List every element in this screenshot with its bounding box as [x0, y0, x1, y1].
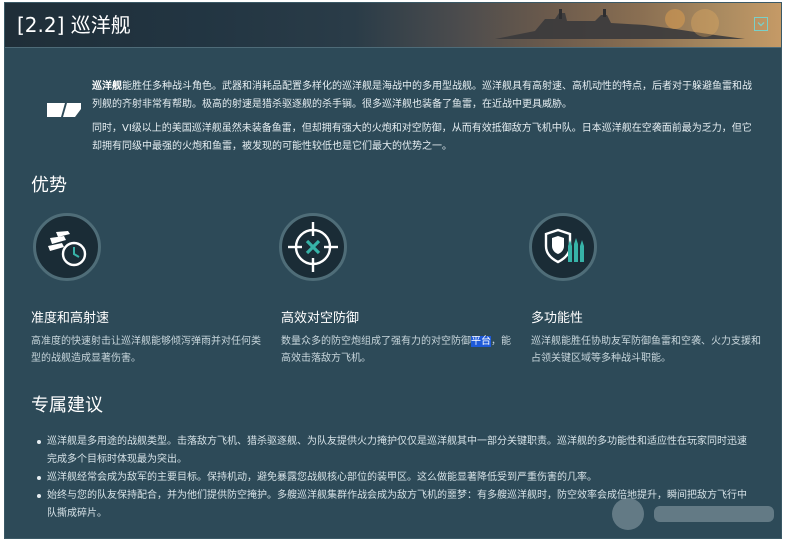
selected-text-highlight: 平台 [471, 336, 491, 347]
intro-paragraph-2: 同时，VI级以上的美国巡洋舰虽然未装备鱼雷，但却拥有强大的火炮和对空防御，从而有… [92, 123, 752, 152]
cruiser-class-icon [47, 103, 81, 117]
list-item: 巡洋舰是多用途的战舰类型。击落敌方飞机、猎杀驱逐舰、为队友提供火力掩护仅仅是巡洋… [35, 433, 755, 469]
intro-lead: 巡洋舰 [92, 81, 122, 92]
page-title: [2.2] 巡洋舰 [17, 13, 131, 37]
advantage-icon-3 [529, 213, 597, 281]
advantage-desc-2: 数量众多的防空炮组成了强有力的对空防御平台，能高效击落敌方飞机。 [281, 333, 517, 367]
tips-heading: 专属建议 [31, 395, 103, 416]
list-item: 巡洋舰经常会成为敌军的主要目标。保持机动，避免暴露您战舰核心部位的装甲区。这么做… [35, 469, 755, 487]
advantage-title-3: 多功能性 [531, 311, 584, 326]
intro-text: 巡洋舰能胜任多种战斗角色。武器和消耗品配置多样化的巡洋舰是海战中的多用型战舰。巡… [92, 78, 760, 162]
advantage-icon-2 [279, 213, 347, 281]
ship-banner-image [495, 9, 745, 39]
advantage-icon-1 [33, 213, 101, 281]
watermark-logo [612, 498, 774, 530]
collapse-button[interactable] [754, 17, 768, 31]
intro-paragraph-1: 巡洋舰能胜任多种战斗角色。武器和消耗品配置多样化的巡洋舰是海战中的多用型战舰。巡… [92, 78, 760, 114]
shield-shells-icon [544, 228, 584, 264]
advantage-desc-2-before: 数量众多的防空炮组成了强有力的对空防御 [281, 336, 471, 347]
chevron-down-icon [757, 22, 765, 27]
clock-shells-icon [48, 231, 87, 267]
advantage-desc-3: 巡洋舰能胜任协助友军防御鱼雷和空袭、火力支援和占领关键区域等多种战斗职能。 [531, 336, 761, 364]
intro-p1-text: 能胜任多种战斗角色。武器和消耗品配置多样化的巡洋舰是海战中的多用型战舰。巡洋舰具… [92, 81, 752, 110]
advantage-desc-1: 高准度的快速射击让巡洋舰能够倾泻弹雨并对任何类型的战舰造成显著伤害。 [31, 336, 261, 364]
advantage-title-1: 准度和高射速 [31, 311, 110, 326]
crosshair-plane-icon [288, 222, 338, 272]
advantage-title-2: 高效对空防御 [281, 311, 360, 326]
cruiser-info-panel: [2.2] 巡洋舰 巡洋舰能胜任多种战斗角色。武器和消耗品配置多样化的巡洋舰是海… [4, 2, 782, 539]
advantages-heading: 优势 [31, 175, 67, 196]
panel-header: [2.2] 巡洋舰 [5, 3, 781, 48]
